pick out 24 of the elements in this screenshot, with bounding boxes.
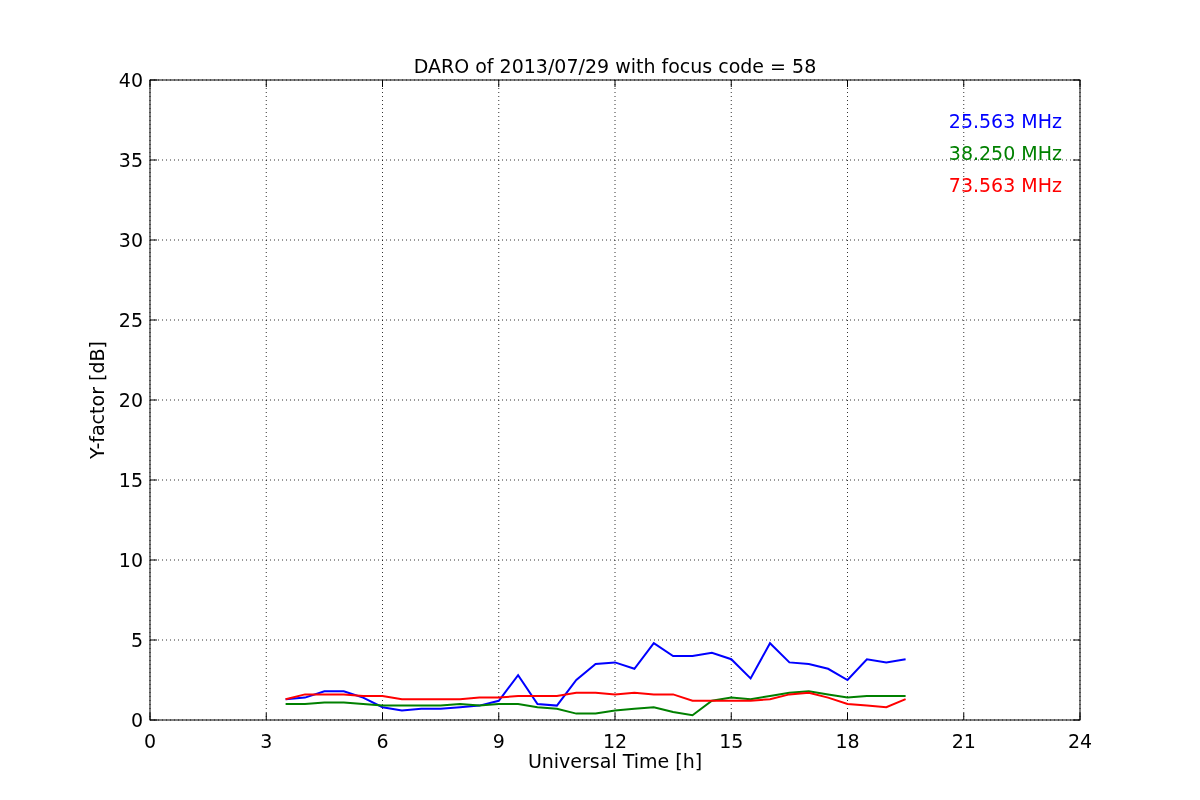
x-tick-label: 3 bbox=[260, 730, 273, 752]
y-tick-label: 35 bbox=[118, 149, 143, 171]
y-tick-label: 10 bbox=[118, 549, 143, 571]
x-tick-label: 0 bbox=[143, 730, 157, 752]
legend-entry: 73.563 MHz bbox=[948, 174, 1062, 196]
y-tick-label: 20 bbox=[118, 389, 143, 411]
legend-entry: 38.250 MHz bbox=[948, 142, 1062, 164]
x-tick-label: 15 bbox=[719, 730, 744, 752]
x-tick-label: 24 bbox=[1067, 730, 1093, 752]
y-axis-label: Y-factor [dB] bbox=[86, 341, 108, 459]
legend-entry: 25.563 MHz bbox=[948, 110, 1062, 132]
y-tick-label: 25 bbox=[118, 309, 143, 331]
x-tick-label: 12 bbox=[602, 730, 628, 752]
x-tick-label: 21 bbox=[951, 730, 976, 752]
chart-title: DARO of 2013/07/29 with focus code = 58 bbox=[413, 55, 817, 77]
y-tick-label: 0 bbox=[130, 709, 143, 731]
x-axis-label: Universal Time [h] bbox=[527, 750, 703, 772]
x-tick-label: 9 bbox=[492, 730, 505, 752]
x-tick-label: 6 bbox=[376, 730, 389, 752]
x-tick-label: 18 bbox=[835, 730, 860, 752]
y-tick-label: 40 bbox=[118, 69, 143, 91]
y-tick-label: 30 bbox=[118, 229, 143, 251]
y-tick-label: 5 bbox=[130, 629, 143, 651]
y-tick-label: 15 bbox=[118, 469, 143, 491]
